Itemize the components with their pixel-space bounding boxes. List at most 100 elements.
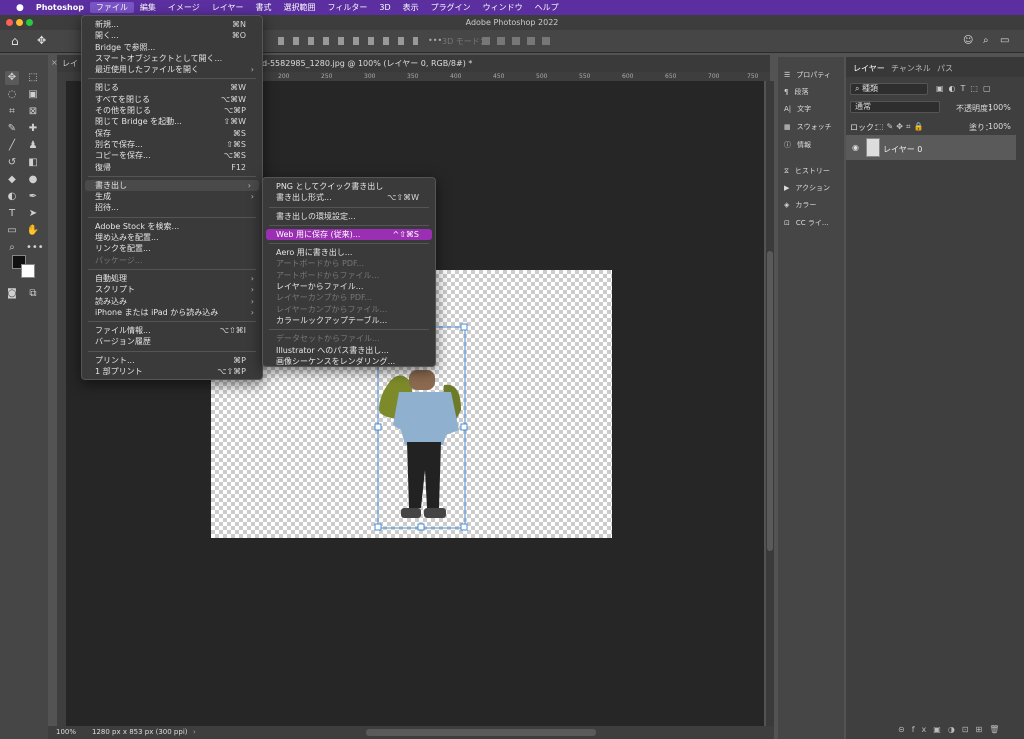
export-menu-item-1[interactable]: 書き出し形式... ⌥⇧⌘W — [263, 192, 435, 203]
paint-bucket-icon[interactable]: ◆ — [5, 173, 19, 187]
file-menu-item-29[interactable]: ファイル情報... ⌥⇧⌘I — [82, 325, 262, 336]
tab-document[interactable]: d-5582985_1280.jpg @ 100% (レイヤー 0, RGB/8… — [262, 58, 472, 69]
tab-layers[interactable]: レイヤー — [853, 63, 885, 74]
file-menu-item-33[interactable]: 1 部プリント ⌥⇧⌘P — [82, 366, 262, 377]
file-menu-item-8[interactable]: その他を閉じる ⌥⌘P — [82, 105, 262, 116]
marquee-tool-icon[interactable]: ⬚ — [26, 71, 40, 85]
file-menu-item-3[interactable]: スマートオブジェクトとして開く... — [82, 53, 262, 64]
panel-swatches[interactable]: ▦ スウォッチ — [784, 119, 844, 135]
close-window-button[interactable] — [6, 19, 13, 26]
menu-app[interactable]: Photoshop — [30, 3, 90, 12]
file-menu-item-17[interactable]: 招待... — [82, 202, 262, 213]
zoom-tool-icon[interactable]: ⌕ — [5, 241, 19, 255]
file-menu-item-0[interactable]: 新規... ⌘N — [82, 19, 262, 30]
file-menu-item-6[interactable]: 閉じる ⌘W — [82, 82, 262, 93]
file-menu-item-16[interactable]: 生成 › — [82, 191, 262, 202]
hand-tool-icon[interactable]: ✋ — [26, 224, 40, 238]
export-menu-item-16[interactable]: Illustrator へのパス書き出し... — [263, 345, 435, 356]
file-menu-item-21[interactable]: リンクを配置... — [82, 243, 262, 254]
chevron-right-icon[interactable]: › — [193, 726, 196, 739]
healing-brush-icon[interactable]: ✚ — [26, 122, 40, 136]
file-menu-item-24[interactable]: 自動処理 › — [82, 273, 262, 284]
export-menu-item-13[interactable]: カラールックアップテーブル... — [263, 315, 435, 326]
menu-plugins[interactable]: プラグイン — [425, 2, 477, 13]
workspace-icon[interactable]: ▭ — [1000, 35, 1009, 46]
panel-cc-libraries[interactable]: ⊡ CC ライ... — [784, 215, 844, 231]
lasso-tool-icon[interactable]: ◌ — [5, 88, 19, 102]
panel-color[interactable]: ◈ カラー — [784, 197, 844, 213]
file-menu-item-19[interactable]: Adobe Stock を検索... — [82, 221, 262, 232]
panel-character[interactable]: A| 文字 — [784, 101, 844, 117]
dodge-tool-icon[interactable]: ◐ — [5, 190, 19, 204]
minimize-window-button[interactable] — [16, 19, 23, 26]
horizontal-scrollbar[interactable] — [366, 729, 596, 736]
background-color-swatch[interactable] — [21, 264, 35, 278]
file-menu-item-1[interactable]: 開く... ⌘O — [82, 30, 262, 41]
lock-icons[interactable]: ⬚✎✥⌗🔒 — [876, 122, 926, 132]
layer-row[interactable]: ◉ レイヤー 0 — [846, 135, 1016, 160]
menu-file[interactable]: ファイル — [89, 2, 134, 13]
move-tool-icon[interactable]: ✥ — [37, 34, 46, 47]
stamp-tool-icon[interactable]: ♟ — [26, 139, 40, 153]
menu-select[interactable]: 選択範囲 — [278, 2, 322, 13]
menu-filter[interactable]: フィルター — [322, 2, 374, 13]
file-menu-item-9[interactable]: 閉じて Bridge を起動... ⇧⌘W — [82, 116, 262, 127]
file-menu-item-30[interactable]: バージョン履歴 — [82, 336, 262, 347]
file-menu-item-27[interactable]: iPhone または iPad から読み込み › — [82, 307, 262, 318]
zoom-level[interactable]: 100% — [56, 726, 76, 739]
menu-help[interactable]: ヘルプ — [529, 2, 565, 13]
file-menu-item-12[interactable]: コピーを保存... ⌥⌘S — [82, 150, 262, 161]
eyedropper-icon[interactable]: ✎ — [5, 122, 19, 136]
eraser-tool-icon[interactable]: ◧ — [26, 156, 40, 170]
layer-filter-select[interactable]: ⌕ 種類 — [850, 83, 928, 95]
menu-window[interactable]: ウィンドウ — [477, 2, 529, 13]
more-tools-icon[interactable]: ••• — [26, 241, 44, 255]
tab-paths[interactable]: パス — [937, 63, 953, 74]
file-menu-item-20[interactable]: 埋め込みを配置... — [82, 232, 262, 243]
blur-tool-icon[interactable]: ● — [26, 173, 40, 187]
fill-value[interactable]: 100% — [988, 122, 1011, 131]
opacity-value[interactable]: 100% — [988, 103, 1011, 112]
file-menu-item-15[interactable]: 書き出し › — [85, 179, 259, 192]
screen-mode-icon[interactable]: ⧉ — [26, 287, 40, 301]
frame-tool-icon[interactable]: ⊠ — [26, 105, 40, 119]
menu-3d[interactable]: 3D — [373, 3, 396, 12]
file-menu-item-2[interactable]: Bridge で参照... — [82, 42, 262, 53]
object-select-icon[interactable]: ▣ — [26, 88, 40, 102]
file-menu-item-4[interactable]: 最近使用したファイルを開く › — [82, 64, 262, 75]
layer-actions-bar[interactable]: ⊝fx▣◑⊡⊞🗑 — [898, 725, 1006, 734]
file-menu-item-25[interactable]: スクリプト › — [82, 284, 262, 295]
blend-mode-select[interactable]: 通常 — [850, 101, 940, 113]
rectangle-tool-icon[interactable]: ▭ — [5, 224, 19, 238]
export-menu-item-5[interactable]: Web 用に保存 (従来)... ^⇧⌘S — [266, 228, 432, 241]
panel-properties[interactable]: ☰ プロパティ — [784, 67, 844, 83]
apple-icon[interactable]: ● — [10, 3, 30, 13]
tab-left[interactable]: レイ — [62, 58, 78, 69]
share-icon[interactable]: ☺ — [963, 35, 973, 46]
panel-history[interactable]: ⧖ ヒストリー — [784, 163, 844, 179]
pen-tool-icon[interactable]: ✒ — [26, 190, 40, 204]
zoom-window-button[interactable] — [26, 19, 33, 26]
menu-type[interactable]: 書式 — [250, 2, 278, 13]
menu-edit[interactable]: 編集 — [134, 2, 162, 13]
file-menu-item-13[interactable]: 復帰 F12 — [82, 162, 262, 173]
layer-name[interactable]: レイヤー 0 — [883, 144, 922, 155]
export-menu-item-10[interactable]: レイヤーからファイル... — [263, 281, 435, 292]
scroll-thumb[interactable] — [767, 251, 773, 551]
export-menu-item-0[interactable]: PNG としてクイック書き出し — [263, 181, 435, 192]
file-menu-item-11[interactable]: 別名で保存... ⇧⌘S — [82, 139, 262, 150]
vertical-scrollbar[interactable] — [766, 81, 774, 726]
file-menu-item-10[interactable]: 保存 ⌘S — [82, 128, 262, 139]
eye-icon[interactable]: ◉ — [852, 143, 859, 152]
menu-view[interactable]: 表示 — [397, 2, 425, 13]
menu-layer[interactable]: レイヤー — [206, 2, 250, 13]
file-menu-item-26[interactable]: 読み込み › — [82, 296, 262, 307]
export-menu-item-7[interactable]: Aero 用に書き出し... — [263, 247, 435, 258]
file-menu-item-32[interactable]: プリント... ⌘P — [82, 355, 262, 366]
search-icon[interactable]: ⌕ — [983, 35, 989, 46]
panel-actions[interactable]: ▶ アクション — [784, 180, 844, 196]
align-buttons[interactable] — [278, 37, 418, 45]
crop-tool-icon[interactable]: ⌗ — [5, 105, 19, 119]
panel-paragraph[interactable]: ¶ 段落 — [784, 84, 844, 100]
menu-image[interactable]: イメージ — [162, 2, 206, 13]
